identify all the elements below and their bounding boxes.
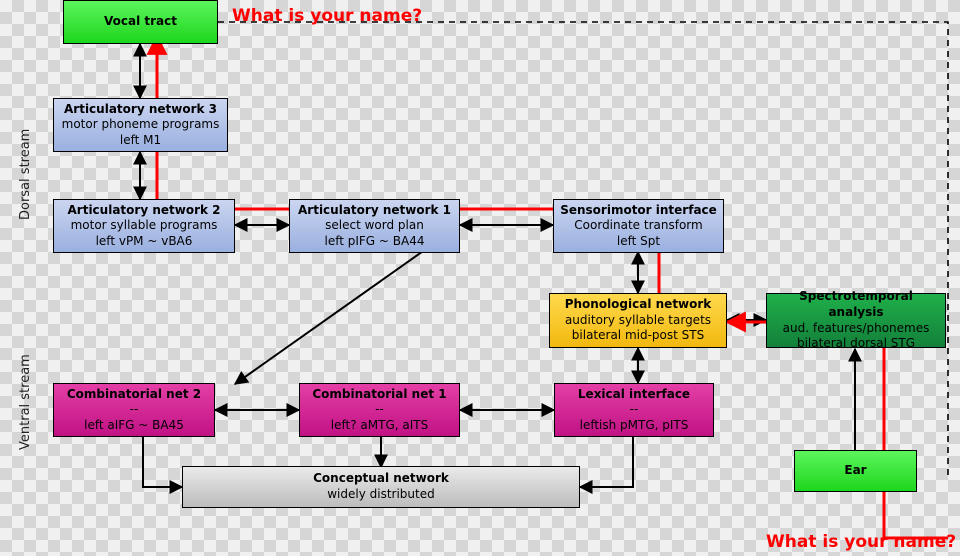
articulatory-network-3-node: Articulatory network 3 motor phoneme pro… <box>53 98 228 152</box>
spectrotemporal-title: Spectrotemporal analysis <box>771 289 941 320</box>
phonological-network-node: Phonological network auditory syllable t… <box>549 293 727 348</box>
articulatory-network-2-title: Articulatory network 2 <box>68 203 221 219</box>
sensorimotor-sub2: left Spt <box>617 234 660 250</box>
articulatory-network-3-sub1: motor phoneme programs <box>62 117 220 133</box>
combinatorial-net-2-title: Combinatorial net 2 <box>67 387 201 403</box>
articulatory-network-1-title: Articulatory network 1 <box>298 203 451 219</box>
combinatorial-net-1-node: Combinatorial net 1 -- left? aMTG, aITS <box>299 383 460 437</box>
lexical-interface-node: Lexical interface -- leftish pMTG, pITS <box>554 383 714 437</box>
vocal-tract-title: Vocal tract <box>104 14 177 30</box>
articulatory-network-3-sub2: left M1 <box>120 133 161 149</box>
combinatorial-net-2-sub2: left aIFG ~ BA45 <box>84 418 184 434</box>
combinatorial-net-1-sub2: left? aMTG, aITS <box>331 418 428 434</box>
annotation-top: What is your name? <box>232 6 422 26</box>
phonological-title: Phonological network <box>565 297 712 313</box>
articulatory-network-1-sub2: left pIFG ~ BA44 <box>324 234 424 250</box>
dorsal-stream-label: Dorsal stream <box>18 129 33 220</box>
annotation-bottom: What is your name? <box>766 532 956 552</box>
articulatory-network-1-node: Articulatory network 1 select word plan … <box>289 199 460 253</box>
spectrotemporal-node: Spectrotemporal analysis aud. features/p… <box>766 293 946 348</box>
combinatorial-net-1-title: Combinatorial net 1 <box>312 387 446 403</box>
lexical-sub2: leftish pMTG, pITS <box>580 418 689 434</box>
ventral-stream-label: Ventral stream <box>18 354 33 450</box>
articulatory-network-1-sub1: select word plan <box>325 218 424 234</box>
sensorimotor-sub1: Coordinate transform <box>574 218 702 234</box>
combinatorial-net-1-sub1: -- <box>375 402 384 418</box>
combinatorial-net-2-node: Combinatorial net 2 -- left aIFG ~ BA45 <box>53 383 215 437</box>
combinatorial-net-2-sub1: -- <box>130 402 139 418</box>
conceptual-sub1: widely distributed <box>327 487 435 503</box>
articulatory-network-3-title: Articulatory network 3 <box>64 102 217 118</box>
conceptual-network-node: Conceptual network widely distributed <box>182 466 580 508</box>
phonological-sub2: bilateral mid-post STS <box>572 328 704 344</box>
sensorimotor-interface-node: Sensorimotor interface Coordinate transf… <box>553 199 724 253</box>
conceptual-title: Conceptual network <box>313 471 449 487</box>
articulatory-network-2-sub2: left vPM ~ vBA6 <box>96 234 193 250</box>
ear-title: Ear <box>844 463 866 479</box>
vocal-tract-node: Vocal tract <box>63 0 218 44</box>
spectrotemporal-sub2: bilateral dorsal STG <box>797 336 915 352</box>
ear-node: Ear <box>794 450 917 492</box>
spectrotemporal-sub1: aud. features/phonemes <box>783 321 930 337</box>
lexical-title: Lexical interface <box>578 387 690 403</box>
articulatory-network-2-sub1: motor syllable programs <box>71 218 218 234</box>
sensorimotor-title: Sensorimotor interface <box>560 203 717 219</box>
articulatory-network-2-node: Articulatory network 2 motor syllable pr… <box>53 199 235 253</box>
phonological-sub1: auditory syllable targets <box>565 313 711 329</box>
lexical-sub1: -- <box>630 402 639 418</box>
